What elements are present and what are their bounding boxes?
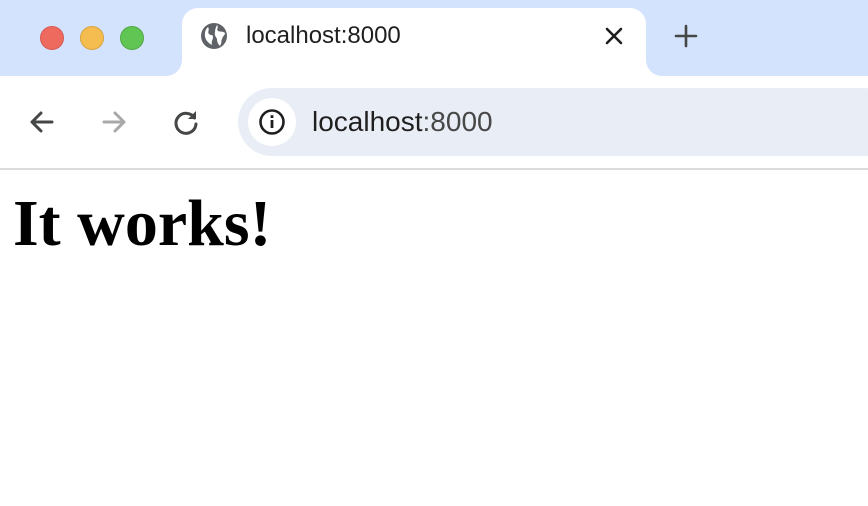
url-host: localhost <box>312 106 423 137</box>
plus-icon <box>674 24 698 48</box>
close-icon[interactable] <box>602 24 626 48</box>
page-heading: It works! <box>13 187 272 260</box>
tab-active[interactable]: localhost:8000 <box>182 8 646 76</box>
address-bar[interactable]: localhost:8000 <box>238 88 868 156</box>
reload-button[interactable] <box>170 106 202 138</box>
window-maximize-button[interactable] <box>120 26 144 50</box>
arrow-right-icon <box>102 111 126 133</box>
arrow-left-icon <box>30 111 54 133</box>
new-tab-button[interactable] <box>672 22 700 50</box>
tab-title: localhost:8000 <box>246 22 401 49</box>
url-port: :8000 <box>422 106 493 137</box>
site-info-button[interactable] <box>248 98 296 146</box>
globe-icon <box>200 22 228 50</box>
tab-strip: localhost:8000 <box>0 0 868 76</box>
browser-window: localhost:8000 localhost:8000 It works! <box>0 0 868 506</box>
window-minimize-button[interactable] <box>80 26 104 50</box>
back-button[interactable] <box>26 106 58 138</box>
info-icon <box>259 109 285 135</box>
navigation-toolbar: localhost:8000 <box>0 76 868 170</box>
window-close-button[interactable] <box>40 26 64 50</box>
page-content: It works! <box>0 170 868 506</box>
forward-button[interactable] <box>98 106 130 138</box>
reload-icon <box>174 111 198 135</box>
url-text[interactable]: localhost:8000 <box>312 106 493 138</box>
